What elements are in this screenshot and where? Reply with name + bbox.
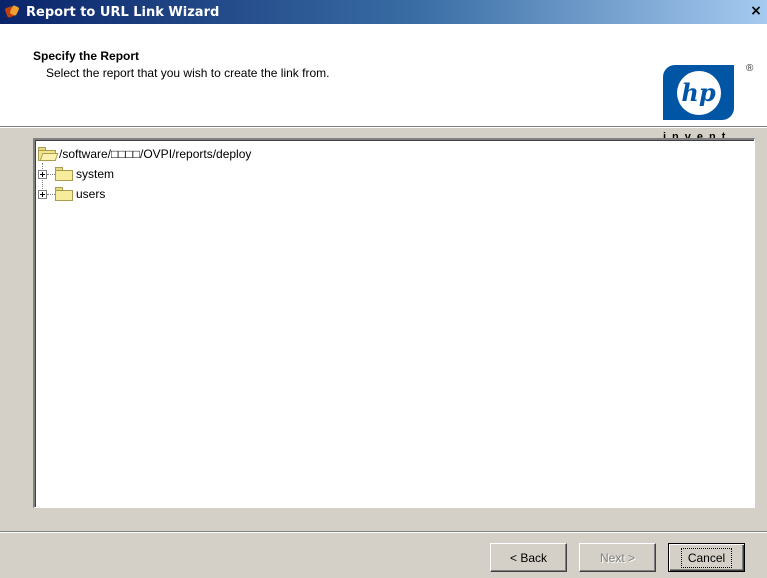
step-title: Specify the Report — [33, 49, 140, 63]
folder-icon — [55, 187, 73, 201]
window-title: Report to URL Link Wizard — [26, 4, 220, 20]
wizard-header: Specify the Report Select the report tha… — [0, 24, 767, 143]
tree-branch-line — [47, 173, 55, 175]
tree-root-item[interactable]: /software/□□□□/OVPI/reports/deploy — [38, 145, 251, 163]
close-button[interactable]: × — [747, 3, 765, 20]
tree-item-system[interactable]: system — [38, 165, 114, 183]
next-button[interactable]: Next > — [579, 543, 656, 572]
step-description: Select the report that you wish to creat… — [46, 66, 330, 80]
open-folder-icon — [38, 147, 59, 161]
report-tree[interactable]: /software/□□□□/OVPI/reports/deploy syste… — [33, 138, 755, 508]
folder-icon — [55, 167, 73, 181]
tree-item-label: system — [76, 167, 115, 181]
cancel-button[interactable]: Cancel — [668, 543, 745, 572]
wizard-window: Report to URL Link Wizard × Specify the … — [0, 0, 767, 578]
hp-logo-letters: hp — [676, 70, 721, 115]
tree-item-users[interactable]: users — [38, 185, 105, 203]
expand-plus-icon[interactable] — [38, 189, 47, 199]
app-icon — [4, 4, 20, 20]
cancel-button-label: Cancel — [680, 547, 733, 568]
tree-root-label: /software/□□□□/OVPI/reports/deploy — [59, 147, 252, 161]
hp-logo-mark: hp — [663, 65, 734, 120]
expand-plus-icon[interactable] — [38, 169, 47, 179]
title-bar[interactable]: Report to URL Link Wizard × — [0, 0, 767, 24]
back-button[interactable]: < Back — [490, 543, 567, 572]
footer-separator — [0, 531, 767, 533]
tree-branch-line — [47, 193, 55, 195]
tree-item-label: users — [76, 187, 106, 201]
registered-mark: ® — [746, 63, 754, 74]
hp-logo: hp ® invent — [660, 63, 756, 147]
